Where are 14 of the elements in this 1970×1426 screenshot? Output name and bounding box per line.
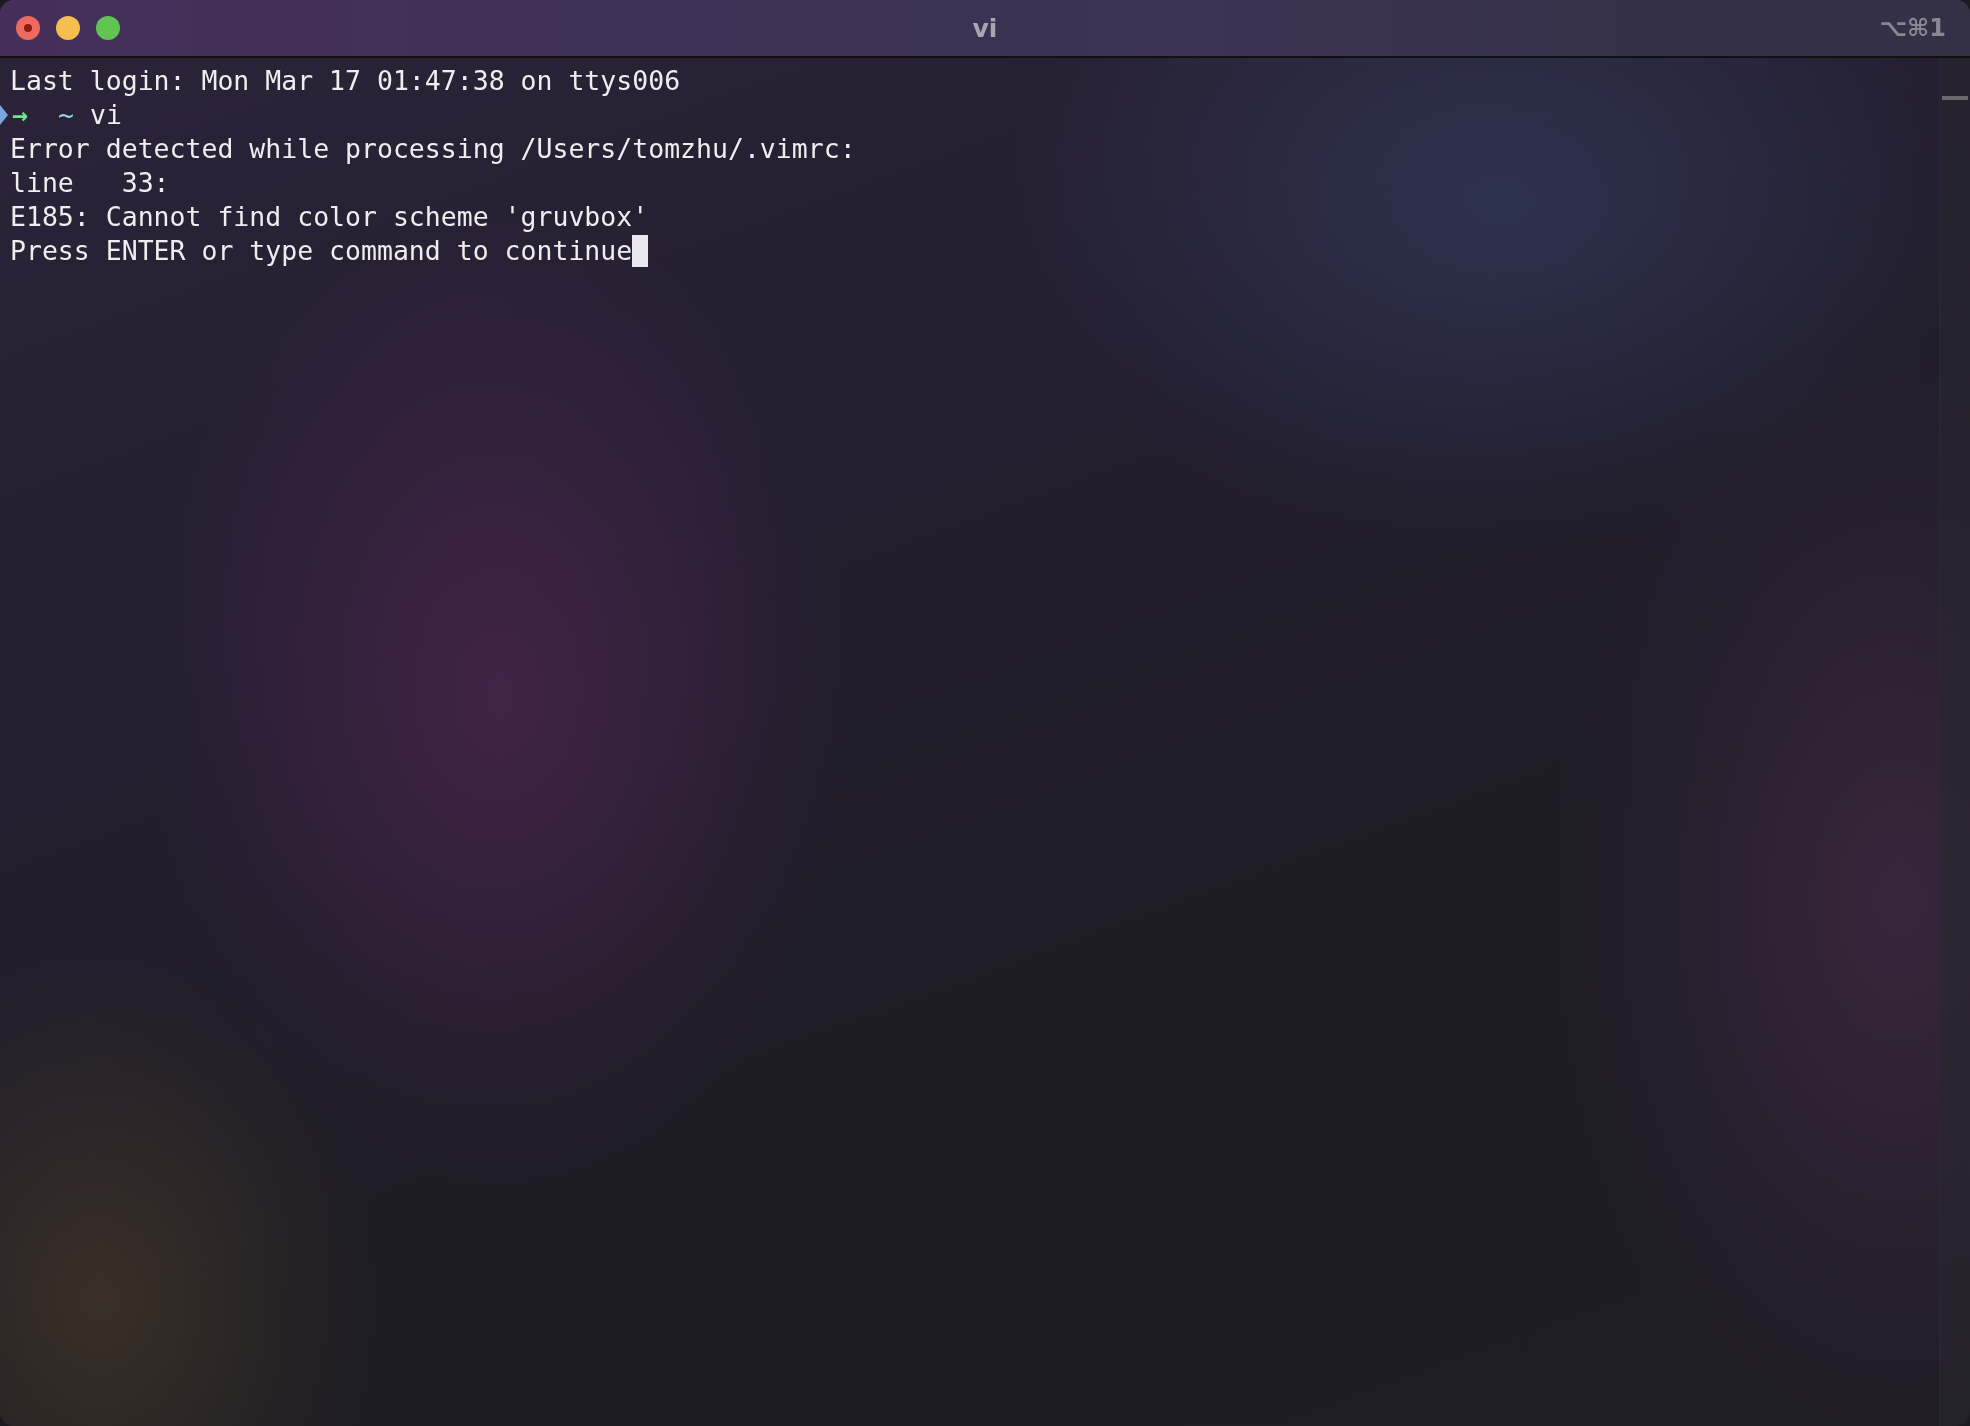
minimize-button[interactable]: [56, 16, 80, 40]
command-text: vi: [89, 98, 122, 132]
prompt-mark-icon: [0, 105, 8, 125]
prompt-directory: ~: [57, 98, 74, 132]
shortcut-label: ⌥⌘1: [1879, 14, 1946, 42]
terminal-output-line: Last login: Mon Mar 17 01:47:38 on ttys006: [10, 64, 681, 98]
prompt-arrow: →: [12, 98, 28, 132]
terminal-output-line: line 33:: [10, 166, 170, 200]
terminal-output-line: Error detected while processing /Users/tomzhu/.vimrc:: [10, 132, 856, 166]
zoom-button[interactable]: [96, 16, 120, 40]
window-title: vi: [972, 13, 998, 43]
terminal-output-line: Press ENTER or type command to continue: [10, 234, 633, 268]
close-button[interactable]: [16, 16, 40, 40]
terminal-output-line: E185: Cannot find color scheme 'gruvbox': [10, 200, 649, 234]
